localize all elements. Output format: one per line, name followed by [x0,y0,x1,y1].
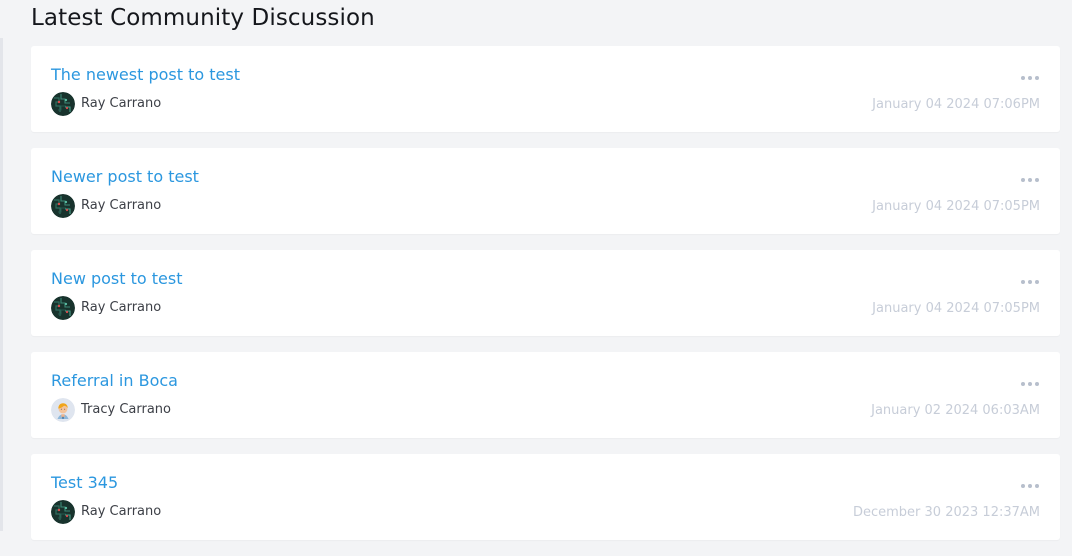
more-options-dot [1028,178,1032,182]
discussion-title-link[interactable]: New post to test [51,268,183,290]
author-avatar [51,296,75,320]
author-row: Ray Carrano [51,194,161,218]
post-timestamp: January 02 2024 06:03AM [871,403,1040,418]
discussion-title-link[interactable]: The newest post to test [51,64,240,86]
discussion-card: Referral in Boca Tracy Carrano January 0… [31,352,1060,438]
page-title: Latest Community Discussion [31,5,375,31]
discussion-card: Test 345 Ray Carrano December 30 2023 12… [31,454,1060,540]
more-options-dot [1021,484,1025,488]
more-options-dot [1028,280,1032,284]
more-options-dot [1035,76,1039,80]
author-row: Ray Carrano [51,500,161,524]
more-options-icon[interactable] [1021,175,1039,185]
discussion-card: Newer post to test Ray Carrano January 0… [31,148,1060,234]
more-options-dot [1021,76,1025,80]
more-options-icon[interactable] [1021,277,1039,287]
more-options-dot [1028,484,1032,488]
more-options-dot [1021,178,1025,182]
more-options-dot [1028,76,1032,80]
more-options-dot [1035,484,1039,488]
author-avatar [51,194,75,218]
more-options-dot [1028,382,1032,386]
discussion-title-link[interactable]: Newer post to test [51,166,199,188]
discussion-list: The newest post to test Ray Carrano Janu… [31,46,1060,556]
more-options-dot [1035,178,1039,182]
post-timestamp: January 04 2024 07:05PM [872,301,1040,316]
author-row: Ray Carrano [51,296,161,320]
author-row: Tracy Carrano [51,398,171,422]
left-rail [0,38,3,531]
more-options-dot [1021,382,1025,386]
more-options-dot [1035,382,1039,386]
more-options-icon[interactable] [1021,481,1039,491]
author-avatar [51,92,75,116]
author-avatar [51,398,75,422]
author-name: Ray Carrano [81,198,162,213]
author-name: Ray Carrano [81,300,162,315]
more-options-dot [1035,280,1039,284]
author-name: Tracy Carrano [81,402,171,417]
more-options-icon[interactable] [1021,73,1039,83]
discussion-card: The newest post to test Ray Carrano Janu… [31,46,1060,132]
post-timestamp: December 30 2023 12:37AM [852,505,1040,520]
author-avatar [51,500,75,524]
discussion-title-link[interactable]: Referral in Boca [51,370,178,392]
post-timestamp: January 04 2024 07:05PM [872,199,1040,214]
more-options-dot [1021,280,1025,284]
discussion-title-link[interactable]: Test 345 [51,472,118,494]
author-row: Ray Carrano [51,92,161,116]
post-timestamp: January 04 2024 07:06PM [872,97,1040,112]
discussion-card: New post to test Ray Carrano January 04 … [31,250,1060,336]
author-name: Ray Carrano [81,96,162,111]
author-name: Ray Carrano [81,504,162,519]
more-options-icon[interactable] [1021,379,1039,389]
